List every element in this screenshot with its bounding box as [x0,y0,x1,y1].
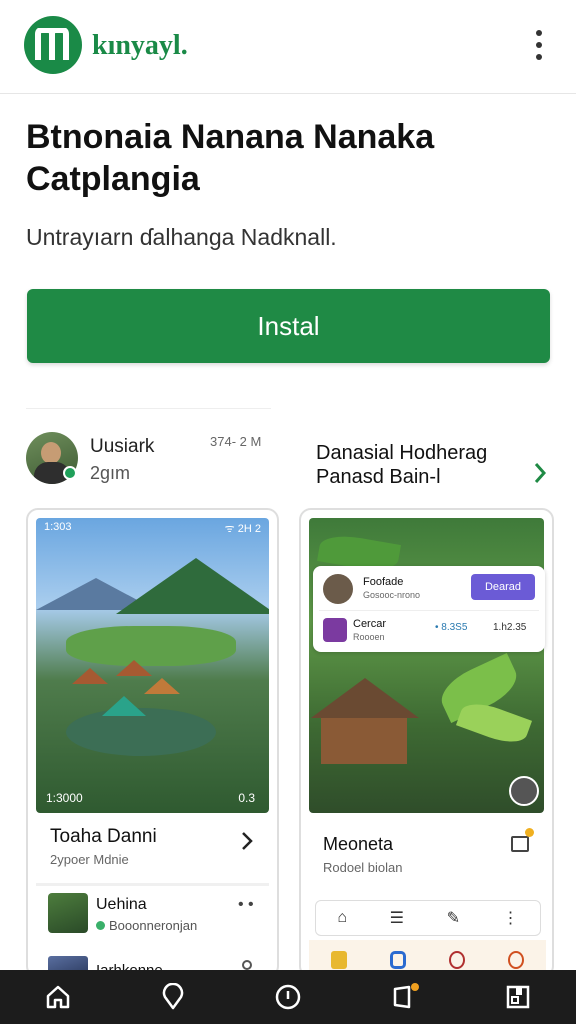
avatar[interactable] [323,574,353,604]
bottom-navigation [0,970,576,1024]
chevron-right-icon[interactable] [532,461,548,485]
screenshot-image [309,518,544,813]
screenshot-image: 1:303 ᯤ 2H 2 1:3000 0.3 [36,518,269,813]
media-time: 1:3000 [46,791,83,805]
download-size: 374- 2 M [210,434,262,449]
verified-badge-icon [63,466,77,480]
card-row-title[interactable]: Meoneta [323,834,393,855]
media-controls[interactable]: 0.3 [238,791,255,805]
overlay-action-button[interactable]: Dearad [471,574,535,600]
install-button[interactable]: Instal [27,289,550,363]
notification-dot [525,828,534,837]
overlay-item-subtitle: Roooen [353,632,385,642]
developer-subtitle: 2gım [90,463,131,483]
divider [26,408,271,409]
apps-icon[interactable] [496,975,540,1019]
brand-logo-icon[interactable] [24,16,82,74]
card-row-subtitle: 2ypoer Mdnie [50,852,129,867]
list-item-more[interactable]: • • [238,896,254,914]
section-link-title[interactable]: Danasial Hodherag Panasd Bain-l [316,441,526,489]
tab-home-icon[interactable]: ⌂ [337,909,347,927]
tab-bar: ⌂ ☰ ✎ ⋮ [315,900,541,936]
card-row-subtitle: Rodoel biolan [323,860,403,875]
chevron-right-icon[interactable] [240,830,254,852]
camera-icon[interactable] [509,776,539,806]
app-header: kınyayl. [0,0,576,94]
status-icons: ᯤ 2H 2 [224,523,261,535]
home-icon[interactable] [36,975,80,1019]
chat-icon[interactable] [389,951,406,969]
bag-icon[interactable] [330,951,347,969]
tab-more-icon[interactable]: ⋮ [503,908,519,928]
screenshot-card-right[interactable]: Foofade Gosooc-nrono Dearad Cercar Roooe… [299,508,554,978]
brand-name: kınyayl. [92,30,188,61]
list-item-subtitle: Booonneronjan [96,918,197,933]
screenshot-card-left[interactable]: 1:303 ᯤ 2H 2 1:3000 0.3 Toaha Danni 2ypo… [26,508,279,978]
notification-dot [411,983,420,991]
app-icon [323,618,347,642]
overlay-name: Foofade [363,576,404,588]
list-item-title[interactable]: Uehina [96,896,147,914]
bookmark-icon[interactable] [381,975,425,1019]
message-icon[interactable] [511,836,529,852]
divider [319,610,539,611]
overlay-value: 1.h2.35 [493,622,527,633]
info-icon[interactable] [242,960,252,970]
list-item-thumbnail [48,893,88,933]
profile-icon[interactable] [449,951,466,969]
location-icon[interactable] [151,975,195,1019]
tab-list-icon[interactable]: ☰ [390,908,404,928]
tab-edit-icon[interactable]: ✎ [447,908,460,928]
compass-icon[interactable] [266,975,310,1019]
more-vertical-icon[interactable] [526,30,552,60]
status-bar: 1:303 ᯤ 2H 2 [36,518,269,538]
status-dot-icon [96,921,105,930]
card-row-title[interactable]: Toaha Danni [50,826,157,848]
developer-name[interactable]: Uusiark [90,436,154,458]
overlay-item-name: Cercar [353,618,387,630]
overlay-panel: Foofade Gosooc-nrono Dearad Cercar Roooe… [313,566,545,652]
app-subtitle: Untrayıarn ɗalhanga Nadknall. [26,224,337,250]
overlay-subtitle: Gosooc-nrono [363,590,421,600]
overlay-value: • 8.3S5 [435,622,468,633]
settings-icon[interactable] [508,951,525,969]
divider [36,883,269,886]
app-title: Btnonaia Nanana Nanaka Catplangia [26,118,435,198]
status-time: 1:303 [44,521,72,533]
